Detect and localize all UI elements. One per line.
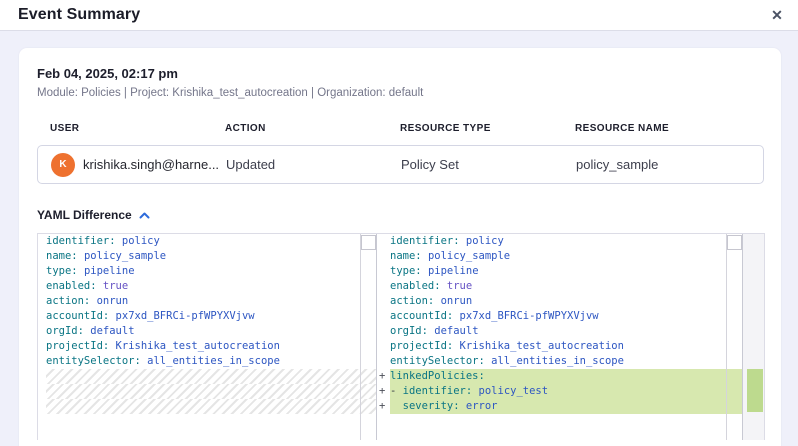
diff-empty-line — [38, 399, 376, 414]
diff-added-marker — [747, 369, 763, 412]
diff-line: projectId: Krishika_test_autocreation — [377, 339, 742, 354]
diff-line: type: pipeline — [377, 264, 742, 279]
scrollbar-thumb[interactable] — [361, 235, 376, 250]
user-email: krishika.singh@harne... — [83, 157, 219, 172]
diff-added-line: +- identifier: policy_test — [377, 384, 742, 399]
chevron-up-icon — [139, 212, 150, 219]
avatar: K — [51, 153, 75, 177]
event-summary-card: Feb 04, 2025, 02:17 pm Module: Policies … — [19, 48, 781, 446]
diff-added-line: +linkedPolicies: — [377, 369, 742, 384]
diff-pane-original: identifier: policyname: policy_sampletyp… — [38, 234, 377, 440]
diff-line: orgId: default — [38, 324, 376, 339]
scrollbar-thumb[interactable] — [727, 235, 742, 250]
resource-name-value: policy_sample — [576, 157, 763, 172]
diff-line: orgId: default — [377, 324, 742, 339]
page-title: Event Summary — [18, 6, 140, 24]
diff-line: enabled: true — [38, 279, 376, 294]
diff-line: identifier: policy — [377, 234, 742, 249]
action-value: Updated — [226, 157, 401, 172]
diff-empty-line — [38, 369, 376, 384]
diff-line: name: policy_sample — [38, 249, 376, 264]
dialog-header: Event Summary ✕ — [0, 0, 798, 31]
diff-line: identifier: policy — [38, 234, 376, 249]
yaml-difference-label: YAML Difference — [37, 208, 132, 222]
diff-pane-modified: identifier: policyname: policy_sampletyp… — [377, 234, 743, 440]
user-cell: K krishika.singh@harne... — [51, 153, 226, 177]
table-header-row: USER ACTION RESOURCE TYPE RESOURCE NAME — [37, 123, 764, 134]
event-timestamp: Feb 04, 2025, 02:17 pm — [37, 66, 781, 81]
yaml-difference-toggle[interactable]: YAML Difference — [37, 208, 150, 222]
diff-line: enabled: true — [377, 279, 742, 294]
diff-line: type: pipeline — [38, 264, 376, 279]
close-icon[interactable]: ✕ — [767, 5, 787, 25]
diff-added-line: + severity: error — [377, 399, 742, 414]
column-header-action: ACTION — [225, 123, 400, 134]
column-header-resource-type: RESOURCE TYPE — [400, 123, 575, 134]
diff-line: accountId: px7xd_BFRCi-pfWPYXVjvw — [38, 309, 376, 324]
diff-empty-line — [38, 384, 376, 399]
resource-type-value: Policy Set — [401, 157, 576, 172]
column-header-user: USER — [50, 123, 225, 134]
diff-line: name: policy_sample — [377, 249, 742, 264]
scrollbar-track — [360, 234, 361, 440]
column-header-resource-name: RESOURCE NAME — [575, 123, 764, 134]
diff-overview-ruler — [743, 234, 764, 440]
diff-line: entitySelector: all_entities_in_scope — [38, 354, 376, 369]
table-row[interactable]: K krishika.singh@harne... Updated Policy… — [37, 145, 764, 184]
scrollbar-track — [726, 234, 727, 440]
yaml-diff-viewer: identifier: policyname: policy_sampletyp… — [37, 233, 765, 440]
diff-line: accountId: px7xd_BFRCi-pfWPYXVjvw — [377, 309, 742, 324]
diff-line: action: onrun — [38, 294, 376, 309]
diff-line: action: onrun — [377, 294, 742, 309]
diff-line: entitySelector: all_entities_in_scope — [377, 354, 742, 369]
event-metadata: Module: Policies | Project: Krishika_tes… — [37, 87, 781, 99]
diff-line: projectId: Krishika_test_autocreation — [38, 339, 376, 354]
